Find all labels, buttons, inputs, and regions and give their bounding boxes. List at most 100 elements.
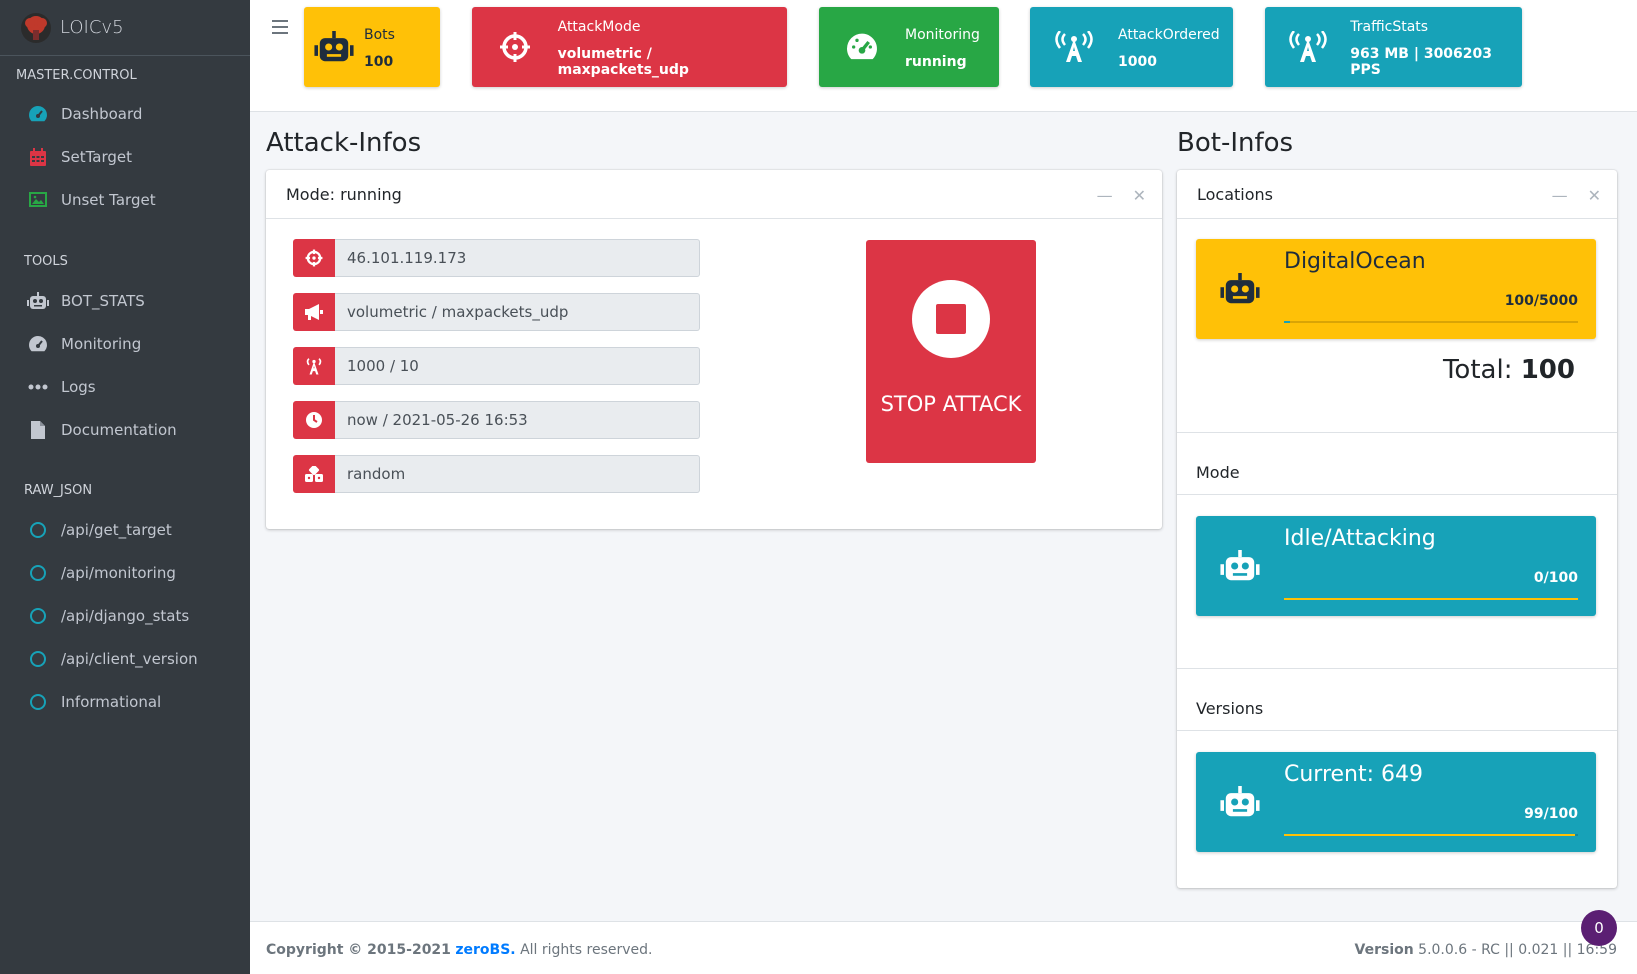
sidebar-item-settarget[interactable]: SetTarget [0, 135, 250, 178]
stop-attack-label: STOP ATTACK [880, 392, 1022, 416]
version-progress [1284, 834, 1578, 836]
info-box-title: AttackOrdered [1118, 27, 1220, 43]
sidebar-item-label: Dashboard [61, 104, 143, 123]
file-icon [27, 420, 49, 439]
broadcast-tower-icon [293, 347, 335, 385]
info-box-attackmode: AttackMode volumetric / maxpackets_udp [472, 7, 787, 87]
location-name: DigitalOcean [1284, 249, 1426, 274]
notification-badge[interactable]: 0 [1581, 910, 1617, 946]
location-box: DigitalOcean 100/5000 [1196, 239, 1596, 339]
attack-infos-title: Attack-Infos [266, 128, 422, 158]
nav-header-raw-json: RAW_JSON [24, 483, 93, 498]
info-box-attackordered: AttackOrdered 1000 [1030, 7, 1233, 87]
sidebar-item-informational[interactable]: Informational [0, 680, 250, 723]
circle-icon [27, 607, 49, 624]
divider [1177, 494, 1617, 495]
sidebar-item-label: /api/django_stats [61, 606, 190, 625]
circle-icon [27, 521, 49, 538]
sidebar-item-api-django-stats[interactable]: /api/django_stats [0, 594, 250, 637]
card-title: Locations [1197, 184, 1274, 204]
circle-icon [27, 693, 49, 710]
sidebar-item-monitoring[interactable]: Monitoring [0, 322, 250, 365]
company-link[interactable]: zeroBS. [455, 942, 515, 958]
version-name: Current: 649 [1284, 762, 1424, 787]
mode-header: Mode [1196, 463, 1240, 482]
circle-icon [27, 564, 49, 581]
info-box-bots: Bots 100 [304, 7, 440, 87]
divider [1177, 432, 1617, 433]
image-icon [27, 192, 49, 207]
nav-section-master-control: MASTER.CONTROL [0, 68, 250, 83]
gauge-icon [27, 335, 49, 353]
gauge-icon [819, 32, 905, 62]
footer: Copyright © 2015-2021 zeroBS. All rights… [250, 921, 1637, 974]
card-header: Locations — ✕ [1177, 170, 1617, 219]
info-box-title: TrafficStats [1350, 19, 1429, 35]
sidebar-item-api-get-target[interactable]: /api/get_target [0, 508, 250, 551]
versions-header: Versions [1196, 699, 1264, 718]
bot-card: Locations — ✕ DigitalOcean 100/5000 Tota… [1177, 170, 1617, 888]
close-icon[interactable]: ✕ [1588, 186, 1601, 205]
mode-name: Idle/Attacking [1284, 526, 1436, 551]
sidebar-item-label: /api/get_target [61, 520, 172, 539]
time-value: now / 2021-05-26 16:53 [335, 401, 700, 439]
card-header: Mode: running — ✕ [266, 170, 1162, 219]
copyright-text: Copyright © 2015-2021 [266, 942, 451, 958]
sidebar-item-unset-target[interactable]: Unset Target [0, 178, 250, 221]
mode-progress [1284, 598, 1578, 600]
nav-header: MASTER.CONTROL [16, 68, 137, 83]
total-bots: Total: 100 [1443, 355, 1575, 385]
sidebar-item-api-client-version[interactable]: /api/client_version [0, 637, 250, 680]
sidebar-item-label: Monitoring [61, 334, 142, 353]
ellipsis-icon [27, 384, 49, 390]
sidebar-item-dashboard[interactable]: Dashboard [0, 92, 250, 135]
brand-link[interactable]: LOICv5 [0, 0, 250, 56]
stop-attack-button[interactable]: STOP ATTACK [866, 240, 1036, 463]
broadcast-tower-icon [1030, 31, 1118, 63]
sidebar-item-label: Documentation [61, 420, 177, 439]
port-field: random [293, 455, 700, 493]
version-box: Current: 649 99/100 [1196, 752, 1596, 852]
sidebar-item-documentation[interactable]: Documentation [0, 408, 250, 451]
info-box-value: running [905, 54, 967, 70]
info-box-value: 963 MB | 3006203 PPS [1350, 46, 1493, 78]
sidebar-item-label: BOT_STATS [61, 291, 145, 310]
robot-icon [27, 291, 49, 310]
info-box-value: volumetric / maxpackets_udp [557, 46, 689, 78]
info-box-value: 1000 [1118, 54, 1157, 70]
bot-infos-title: Bot-Infos [1177, 128, 1294, 158]
location-progress [1284, 321, 1578, 323]
sidebar: LOICv5 MASTER.CONTROL Dashboard SetTarge… [0, 0, 250, 974]
info-box-monitoring: Monitoring running [819, 7, 999, 87]
method-value: volumetric / maxpackets_udp [335, 293, 700, 331]
mode-count: 0/100 [1533, 570, 1578, 586]
stop-icon [912, 280, 990, 358]
dice-icon [293, 455, 335, 493]
sidebar-item-logs[interactable]: Logs [0, 365, 250, 408]
circle-icon [27, 650, 49, 667]
port-value: random [335, 455, 700, 493]
brand-logo-icon [21, 12, 51, 43]
info-box-value: 100 [364, 54, 394, 70]
menu-toggle-icon[interactable] [272, 20, 288, 34]
version-count: 99/100 [1524, 806, 1578, 822]
minimize-icon[interactable]: — [1552, 186, 1568, 205]
target-field: 46.101.119.173 [293, 239, 700, 277]
calendar-icon [27, 147, 49, 166]
sidebar-item-label: Informational [61, 692, 162, 711]
sidebar-item-bot-stats[interactable]: BOT_STATS [0, 279, 250, 322]
sidebar-item-api-monitoring[interactable]: /api/monitoring [0, 551, 250, 594]
time-field: now / 2021-05-26 16:53 [293, 401, 700, 439]
close-icon[interactable]: ✕ [1133, 186, 1146, 205]
megaphone-icon [293, 293, 335, 331]
robot-icon [1196, 239, 1284, 339]
info-box-title: AttackMode [557, 19, 641, 35]
version-label: Version [1354, 942, 1414, 958]
sidebar-item-label: Logs [61, 377, 96, 396]
info-box-title: Bots [364, 27, 395, 43]
minimize-icon[interactable]: — [1097, 186, 1113, 205]
nav-header-tools: TOOLS [24, 254, 68, 269]
sidebar-item-label: /api/client_version [61, 649, 198, 668]
divider [1177, 730, 1617, 731]
rights-text: All rights reserved. [520, 942, 653, 958]
